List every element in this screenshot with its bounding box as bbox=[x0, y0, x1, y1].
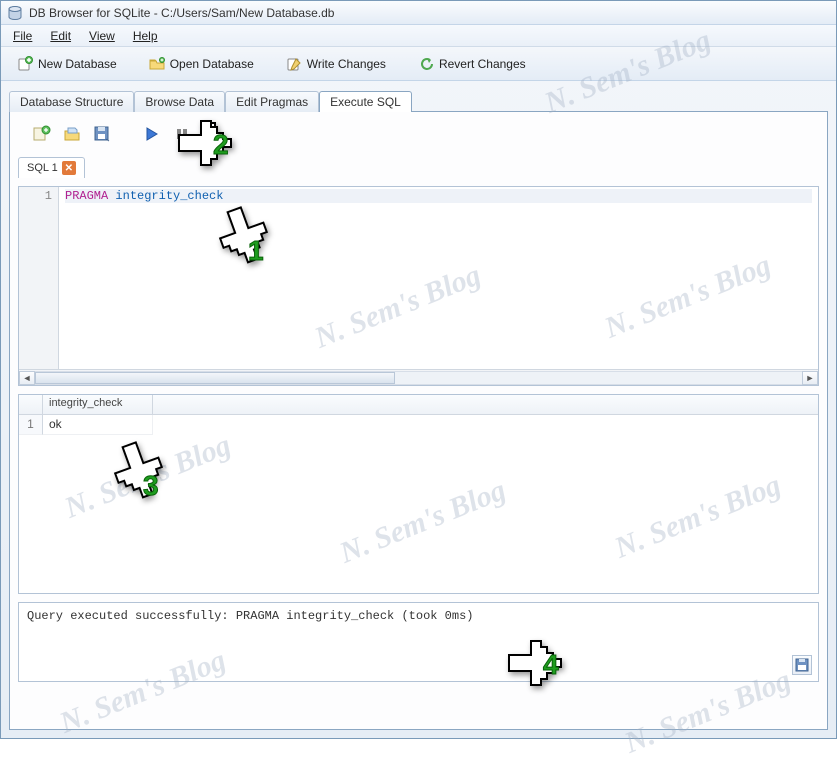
menu-view[interactable]: View bbox=[81, 27, 123, 45]
sql-editor[interactable]: 1 PRAGMA integrity_check ◄ ► bbox=[18, 186, 819, 386]
write-changes-button[interactable]: Write Changes bbox=[280, 53, 392, 75]
tab-database-structure[interactable]: Database Structure bbox=[9, 91, 134, 112]
result-header-col1[interactable]: integrity_check bbox=[43, 395, 153, 414]
sql-tab-1[interactable]: SQL 1 ✕ bbox=[18, 157, 85, 178]
main-tabstrip: Database Structure Browse Data Edit Prag… bbox=[9, 87, 828, 111]
editor-code[interactable]: PRAGMA integrity_check bbox=[59, 187, 818, 369]
tab-browse-data[interactable]: Browse Data bbox=[134, 91, 225, 112]
write-changes-label: Write Changes bbox=[307, 57, 386, 71]
titlebar: DB Browser for SQLite - C:/Users/Sam/New… bbox=[1, 1, 836, 25]
result-header-row: integrity_check bbox=[19, 395, 818, 415]
status-message: Query executed successfully: PRAGMA inte… bbox=[27, 609, 473, 623]
tab-execute-sql[interactable]: Execute SQL bbox=[319, 91, 412, 112]
scroll-thumb[interactable] bbox=[35, 372, 395, 384]
menu-edit[interactable]: Edit bbox=[42, 27, 79, 45]
app-icon bbox=[7, 5, 23, 21]
editor-gutter: 1 bbox=[19, 187, 59, 369]
tab-edit-pragmas[interactable]: Edit Pragmas bbox=[225, 91, 319, 112]
result-row-1-val: ok bbox=[43, 415, 153, 435]
execute-sql-icon[interactable] bbox=[142, 124, 162, 144]
menu-help[interactable]: Help bbox=[125, 27, 166, 45]
revert-changes-button[interactable]: Revert Changes bbox=[412, 53, 532, 75]
revert-changes-label: Revert Changes bbox=[439, 57, 526, 71]
revert-changes-icon bbox=[418, 56, 434, 72]
open-database-button[interactable]: Open Database bbox=[143, 53, 260, 75]
close-tab-icon[interactable]: ✕ bbox=[62, 161, 76, 175]
open-database-label: Open Database bbox=[170, 57, 254, 71]
open-sql-file-icon[interactable] bbox=[62, 124, 82, 144]
new-sql-tab-icon[interactable] bbox=[32, 124, 52, 144]
result-header-rownum bbox=[19, 395, 43, 414]
write-changes-icon bbox=[286, 56, 302, 72]
new-database-icon bbox=[17, 56, 33, 72]
open-database-icon bbox=[149, 56, 165, 72]
save-sql-icon[interactable] bbox=[92, 124, 112, 144]
main-toolbar: New Database Open Database Write Changes… bbox=[1, 47, 836, 81]
status-pane: Query executed successfully: PRAGMA inte… bbox=[18, 602, 819, 682]
new-database-label: New Database bbox=[38, 57, 117, 71]
menu-file[interactable]: File bbox=[5, 27, 40, 45]
result-row-1-num: 1 bbox=[19, 415, 43, 435]
window-title: DB Browser for SQLite - C:/Users/Sam/New… bbox=[29, 6, 334, 20]
result-grid: integrity_check 1 ok bbox=[18, 394, 819, 594]
result-row-1[interactable]: 1 ok bbox=[19, 415, 818, 435]
sql-toolbar bbox=[18, 120, 819, 148]
app-window: DB Browser for SQLite - C:/Users/Sam/New… bbox=[0, 0, 837, 739]
save-results-icon[interactable] bbox=[792, 655, 812, 675]
new-database-button[interactable]: New Database bbox=[11, 53, 123, 75]
sql-tabstrip: SQL 1 ✕ bbox=[18, 156, 819, 178]
scroll-left-icon[interactable]: ◄ bbox=[19, 371, 35, 385]
sql-tab-1-label: SQL 1 bbox=[27, 162, 58, 174]
menubar: File Edit View Help bbox=[1, 25, 836, 47]
scroll-right-icon[interactable]: ► bbox=[802, 371, 818, 385]
editor-horizontal-scrollbar[interactable]: ◄ ► bbox=[19, 369, 818, 385]
stop-sql-icon[interactable] bbox=[172, 124, 192, 144]
content-area: Database Structure Browse Data Edit Prag… bbox=[1, 81, 836, 738]
execute-sql-panel: SQL 1 ✕ 1 PRAGMA integrity_check ◄ ► bbox=[9, 111, 828, 730]
